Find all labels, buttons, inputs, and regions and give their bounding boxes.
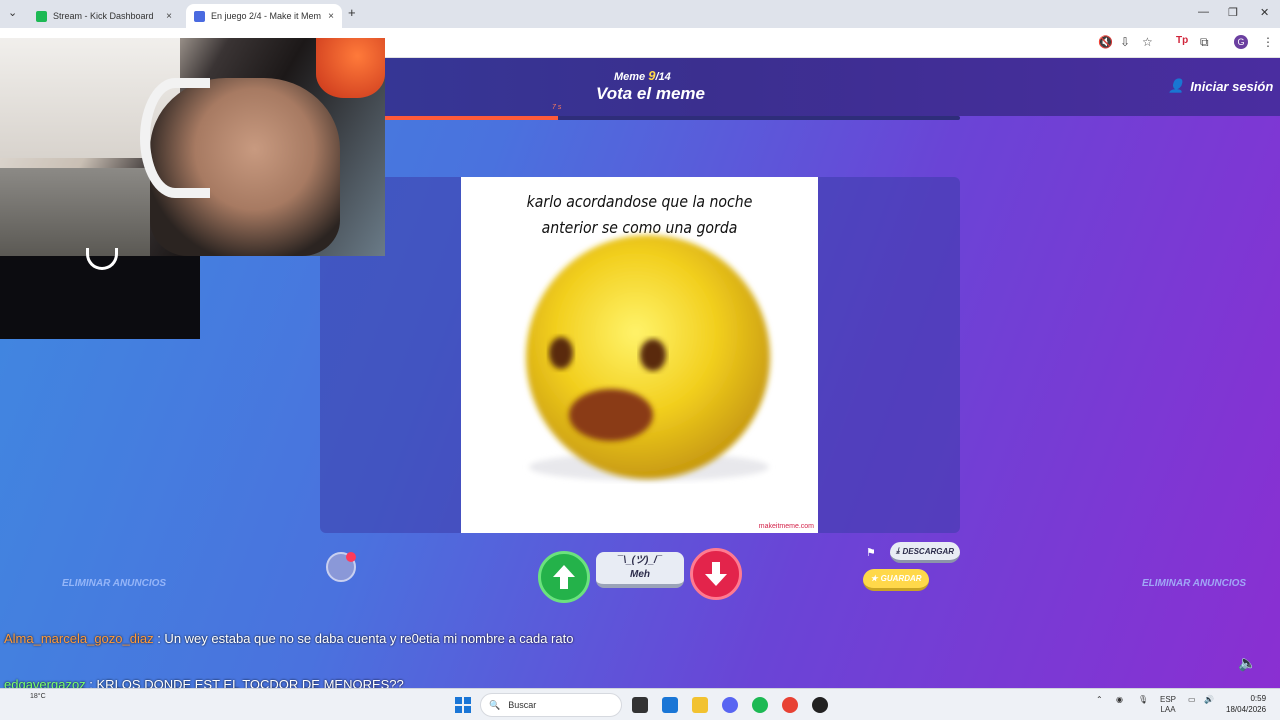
meme-image: karlo acordandose que la noche anterior … [461, 177, 818, 533]
webcam-emoji-overlay [316, 38, 385, 98]
store-icon[interactable] [662, 697, 678, 713]
remove-ads-link-left[interactable]: ELIMINAR ANUNCIOS [62, 578, 166, 589]
windows-start-icon[interactable] [455, 697, 471, 713]
watermark: makeitmeme.com [758, 523, 814, 530]
new-tab-button[interactable]: + [348, 5, 356, 20]
profile-avatar[interactable]: G [1234, 35, 1248, 49]
meme-counter-label: Meme [614, 71, 646, 83]
timer-label: 7 s [552, 104, 562, 111]
chat-username: Alma_marcela_gozo_diaz [4, 631, 154, 646]
install-app-icon[interactable]: ⇩ [1120, 35, 1130, 49]
search-icon: 🔍 [489, 699, 501, 710]
download-button[interactable]: ⤓ DESCARGAR [890, 542, 960, 563]
meme-card: karlo acordandose que la noche anterior … [320, 177, 960, 533]
display-icon[interactable]: ▭ [1188, 695, 1196, 704]
star-icon: ★ [870, 574, 878, 583]
timer-bar [385, 116, 960, 120]
file-explorer-icon[interactable] [692, 697, 708, 713]
extension-icon[interactable]: Tp [1176, 35, 1188, 46]
meme-total-number: /14 [655, 71, 671, 83]
shrug-face: ¯\_(ツ)_/¯ [617, 555, 663, 566]
network-icon[interactable]: ◉ [1116, 695, 1123, 704]
taskbar: 18°C 🔍 Buscar ⌃ ◉ 🎙 ESP LAA ▭ 🔊 0:59 18/… [0, 688, 1280, 720]
remove-ads-link-right[interactable]: ELIMINAR ANUNCIOS [1142, 578, 1246, 589]
makeitmeme-favicon-icon [194, 10, 205, 22]
chrome-icon[interactable] [782, 697, 798, 713]
browser-tabstrip: ⌄ Stream - Kick Dashboard × En juego 2/4… [0, 0, 1280, 28]
notification-dot [346, 552, 356, 562]
bookmark-star-icon[interactable]: ☆ [1142, 35, 1153, 49]
login-button[interactable]: 👤 Iniciar sesión [1168, 78, 1273, 94]
meme-counter: Meme 9/14 [614, 68, 671, 83]
kick-favicon-icon [36, 10, 47, 22]
language-indicator[interactable]: ESP LAA [1160, 695, 1176, 715]
clock-date: 18/04/2026 [1226, 705, 1267, 714]
user-icon: 👤 [1168, 78, 1185, 93]
upvote-button[interactable] [538, 551, 590, 603]
save-label: GUARDAR [880, 574, 922, 583]
arrow-up-icon [553, 565, 575, 589]
chat-message: Alma_marcela_gozo_diaz : Un wey estaba q… [4, 628, 573, 650]
clock-time: 0:59 [1250, 694, 1267, 703]
downvote-button[interactable] [690, 548, 742, 600]
timer-bar-fill [385, 116, 558, 120]
task-view-icon[interactable] [632, 697, 648, 713]
tab-title: En juego 2/4 - Make it Mem [211, 11, 322, 21]
tab-kick-dashboard[interactable]: Stream - Kick Dashboard × [28, 4, 180, 28]
minimize-button[interactable]: — [1198, 6, 1209, 18]
tab-search-button[interactable]: ⌄ [8, 6, 17, 19]
search-placeholder: Buscar [508, 700, 537, 710]
surprised-emoji-icon [526, 235, 770, 481]
meh-button[interactable]: ¯\_(ツ)_/¯ Meh [596, 552, 684, 588]
lang-top: ESP [1160, 695, 1177, 704]
webcam-bed [0, 168, 150, 256]
login-label: Iniciar sesión [1190, 78, 1274, 94]
close-tab-icon[interactable]: × [166, 11, 172, 22]
volume-icon[interactable]: 🔊 [1204, 695, 1214, 704]
app-icon[interactable] [812, 697, 828, 713]
reaction-emoji-button[interactable] [326, 552, 356, 582]
lang-bottom: LAA [1160, 705, 1176, 714]
webcam-overlay [0, 38, 385, 256]
extensions-puzzle-icon[interactable]: ⧉ [1200, 35, 1209, 50]
chat-text: : Un wey estaba que no se daba cuenta y … [153, 631, 574, 646]
taskbar-search[interactable]: 🔍 Buscar [480, 693, 622, 717]
download-icon: ⤓ [895, 546, 900, 555]
save-button[interactable]: ★ GUARDAR [863, 569, 929, 591]
browser-menu-icon[interactable]: ⋮ [1262, 35, 1274, 49]
tab-make-it-meme[interactable]: En juego 2/4 - Make it Mem × [186, 4, 342, 28]
chat-overlay: Alma_marcela_gozo_diaz : Un wey estaba q… [4, 628, 573, 650]
meh-label: Meh [630, 569, 650, 580]
tab-title: Stream - Kick Dashboard [53, 11, 154, 21]
restore-button[interactable]: ❐ [1228, 6, 1238, 19]
speaker-icon[interactable]: 🔈 [1238, 654, 1257, 672]
close-tab-icon[interactable]: × [328, 11, 334, 22]
tray-overflow-icon[interactable]: ⌃ [1096, 695, 1103, 704]
report-flag-icon[interactable]: ⚑ [866, 546, 876, 559]
clock[interactable]: 0:59 18/04/2026 [1226, 693, 1266, 715]
weather-widget[interactable]: 18°C [30, 693, 46, 700]
microphone-icon[interactable]: 🎙 [1138, 695, 1148, 704]
mute-site-icon[interactable]: 🔇 [1098, 35, 1113, 49]
page-title: Vota el meme [596, 84, 705, 103]
download-label: DESCARGAR [902, 546, 955, 556]
spotify-icon[interactable] [752, 697, 768, 713]
loading-spinner-icon [86, 248, 118, 270]
close-window-button[interactable]: ✕ [1260, 6, 1269, 19]
discord-icon[interactable] [722, 697, 738, 713]
headset-icon [140, 78, 210, 198]
arrow-down-icon [705, 562, 727, 586]
loading-overlay [0, 248, 200, 339]
